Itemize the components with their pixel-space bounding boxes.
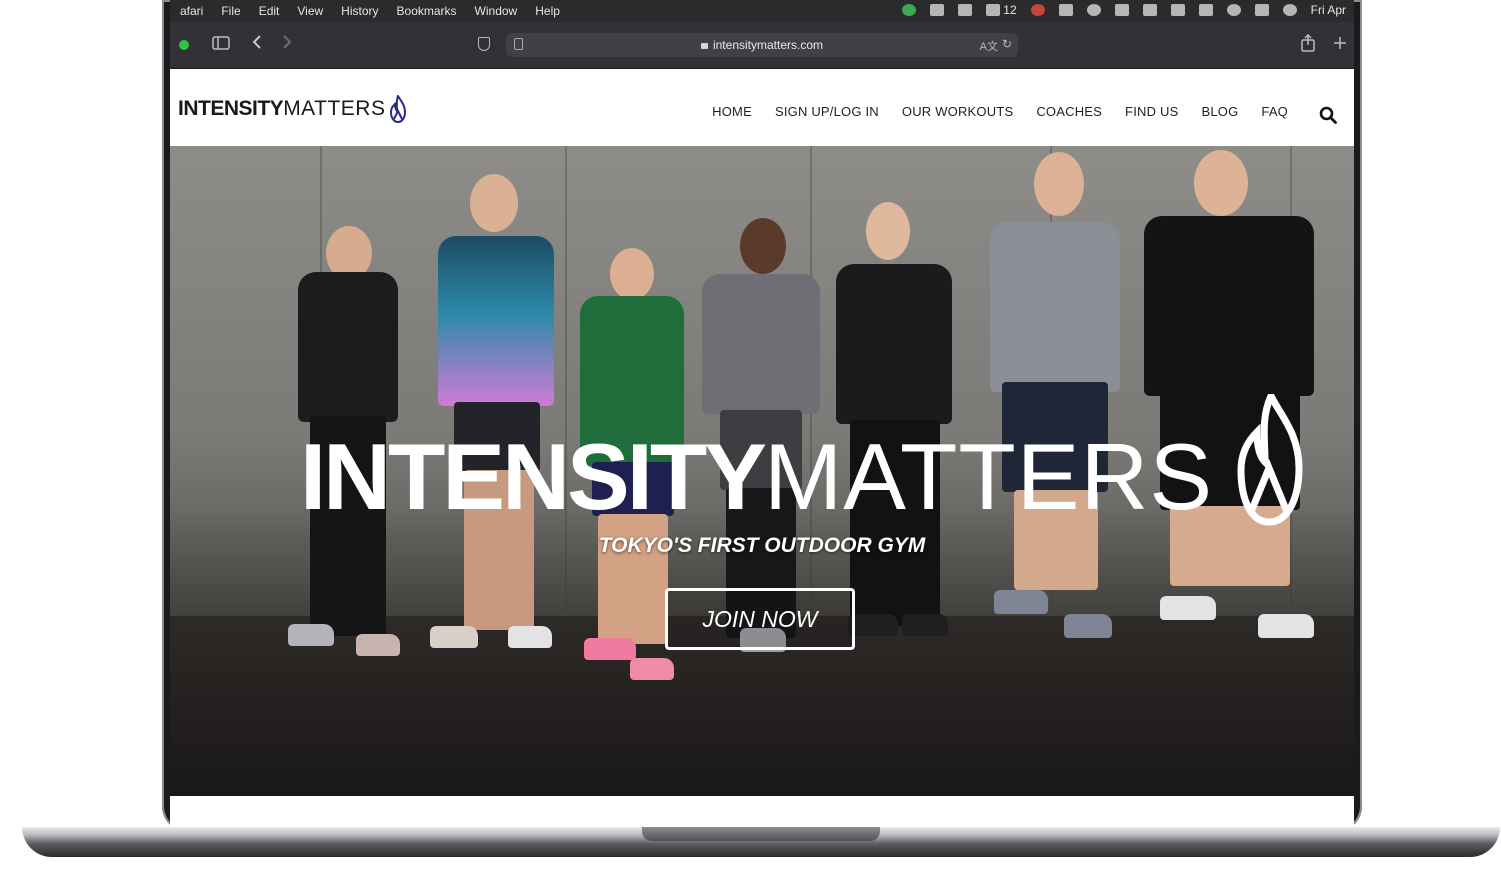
nav-home[interactable]: HOME [712,104,752,119]
back-button[interactable] [252,34,262,56]
battery-level-icon[interactable] [1114,4,1129,16]
reload-icon[interactable]: ↻ [1002,37,1012,51]
new-tab-button[interactable] [1333,34,1347,56]
chevron-right-icon [283,35,292,49]
logo-bold-text: INTENSITY [178,97,284,120]
browser-toolbar: intensitymatters.com A文 ↻ [170,22,1354,69]
hero-title-bold: INTENSITY [300,424,767,529]
logo-light-text: MATTERS [283,97,386,120]
nav-faq[interactable]: FAQ [1261,104,1288,119]
notification-icon[interactable] [1030,4,1045,16]
control-center-icon[interactable] [1254,4,1269,16]
nav-our-workouts[interactable]: OUR WORKOUTS [902,104,1013,119]
share-icon [1301,33,1315,52]
menubar-items: afari File Edit View History Bookmarks W… [180,4,560,18]
menu-view[interactable]: View [297,4,323,18]
nav-blog[interactable]: BLOG [1201,104,1238,119]
keyboard-icon[interactable] [1142,4,1157,16]
nav-find-us[interactable]: FIND US [1125,104,1178,119]
laptop-notch [642,827,880,841]
nav-coaches[interactable]: COACHES [1036,104,1102,119]
screen: afari File Edit View History Bookmarks W… [170,0,1354,828]
battery-count: 12 [1003,3,1017,17]
clock[interactable]: Fri Apr [1311,3,1346,17]
hero-banner: INTENSITY MATTERS TOKYO'S FIRST OUTDOOR G… [170,146,1354,796]
share-button[interactable] [1301,33,1315,58]
window-zoom-button[interactable] [179,40,189,50]
play-icon[interactable] [1086,4,1101,16]
forward-button[interactable] [282,34,292,56]
cloud-icon[interactable] [958,4,973,16]
lock-icon [700,43,708,49]
flame-icon [1237,394,1303,526]
url-text: intensitymatters.com [712,38,824,52]
main-nav: HOME SIGN UP/LOG IN OUR WORKOUTS COACHES… [712,104,1288,119]
shield-status-icon[interactable] [902,4,917,16]
menu-app[interactable]: afari [180,4,203,18]
plus-icon [1334,37,1346,49]
menu-file[interactable]: File [221,4,240,18]
menu-history[interactable]: History [341,4,378,18]
battery-widget[interactable]: 12 [986,3,1017,17]
flame-logo-icon [390,95,407,123]
join-now-button[interactable]: JOIN NOW [665,588,855,650]
menu-help[interactable]: Help [535,4,560,18]
spotlight-icon[interactable] [1226,4,1241,16]
website: INTENSITY MATTERS HOME SIGN UP/LOG IN OUR… [170,69,1354,828]
hero-title: INTENSITY MATTERS [300,394,1305,529]
search-icon[interactable] [1319,106,1337,129]
chevron-left-icon [252,35,261,49]
url-display[interactable]: intensitymatters.com [506,38,1018,52]
menu-edit[interactable]: Edit [259,4,280,18]
bluetooth-icon[interactable] [1170,4,1185,16]
address-bar[interactable]: intensitymatters.com A文 ↻ [506,33,1018,57]
translate-icon[interactable]: A文 [980,38,998,54]
site-logo[interactable]: INTENSITY MATTERS [178,95,407,123]
menu-bookmarks[interactable]: Bookmarks [397,4,457,18]
siri-icon[interactable] [1282,4,1297,16]
puzzle-icon[interactable] [930,4,945,16]
menu-window[interactable]: Window [475,4,518,18]
privacy-shield-icon[interactable] [478,37,490,51]
menubar-status: 12 Fri Apr [902,3,1346,17]
menubar: afari File Edit View History Bookmarks W… [170,0,1354,22]
hero-title-light: MATTERS [763,424,1214,529]
hero-tagline: TOKYO'S FIRST OUTDOOR GYM [598,534,926,557]
sidebar-icon[interactable] [212,34,230,56]
site-header: INTENSITY MATTERS HOME SIGN UP/LOG IN OUR… [170,69,1354,146]
wifi-icon[interactable] [1198,4,1213,16]
battery-icon [986,4,1001,16]
nav-signup-login[interactable]: SIGN UP/LOG IN [775,104,879,119]
grid-icon[interactable] [1058,4,1073,16]
